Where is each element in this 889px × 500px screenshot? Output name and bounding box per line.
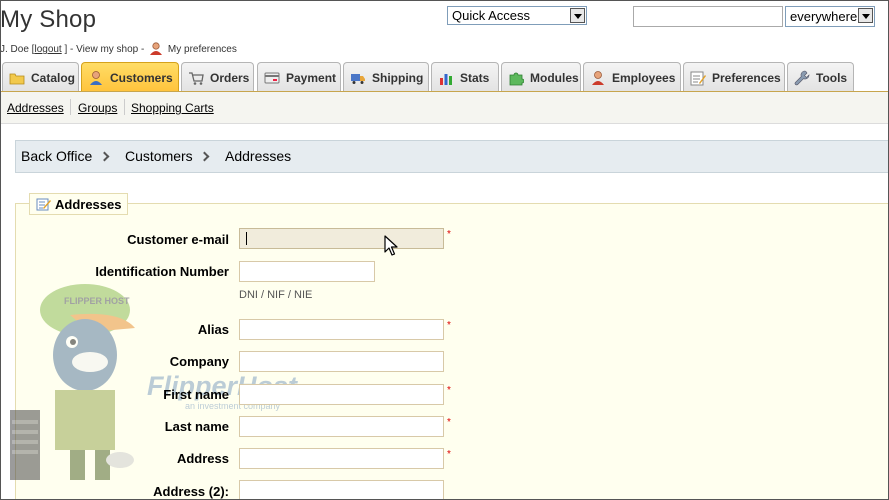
identification-number-hint: DNI / NIF / NIE: [239, 289, 313, 301]
tab-label: Stats: [460, 70, 490, 85]
form-legend: Addresses: [29, 193, 129, 215]
shop-title: My Shop: [0, 6, 97, 33]
tab-label: Shipping: [372, 70, 424, 85]
user-name: J. Doe [: [0, 44, 35, 55]
user-line: J. Doe [logout ] - View my shop - My pre…: [0, 42, 237, 58]
tab-preferences[interactable]: Preferences: [683, 62, 785, 92]
last-name-label: Last name: [164, 419, 229, 434]
company-field[interactable]: [239, 351, 444, 372]
tab-label: Tools: [816, 70, 848, 85]
cap-text: FLIPPER HOST: [64, 296, 130, 306]
view-shop-text: ] - View my shop -: [64, 44, 145, 55]
first-name-label: First name: [163, 387, 229, 402]
address-2-label: Address (2):: [153, 484, 229, 499]
payment-icon: [264, 72, 280, 83]
tab-label: Employees: [612, 70, 676, 85]
alias-field[interactable]: [239, 319, 444, 340]
chevron-down-icon[interactable]: [570, 8, 585, 23]
identification-number-field[interactable]: [239, 261, 375, 282]
tab-stats[interactable]: Stats: [431, 62, 499, 92]
preferences-icon: [690, 71, 706, 85]
quick-access-value: Quick Access: [452, 8, 531, 23]
alias-label: Alias: [197, 322, 229, 337]
breadcrumb-customers[interactable]: Customers: [125, 148, 193, 164]
address-2-field[interactable]: [239, 480, 444, 500]
required-marker: *: [447, 417, 451, 428]
subnav-addresses[interactable]: Addresses: [7, 101, 64, 115]
breadcrumb-addresses: Addresses: [225, 148, 292, 164]
tab-orders[interactable]: Orders: [181, 62, 254, 92]
required-marker: *: [447, 385, 451, 396]
address-field[interactable]: [239, 448, 444, 469]
tab-label: Orders: [210, 70, 250, 85]
tab-customers[interactable]: Customers: [81, 62, 179, 93]
text-caret: [246, 232, 247, 245]
search-input[interactable]: [633, 6, 783, 27]
search-scope-value: everywhere: [790, 9, 858, 24]
customer-email-label: Customer e-mail: [127, 232, 229, 247]
tab-catalog[interactable]: Catalog: [2, 62, 79, 92]
breadcrumb-back-office[interactable]: Back Office: [21, 148, 92, 164]
first-name-field[interactable]: [239, 384, 444, 405]
chevron-right-icon: [99, 151, 110, 162]
identification-number-label: Identification Number: [95, 264, 229, 279]
tab-label: Modules: [530, 70, 579, 85]
subnav-separator: [124, 99, 125, 115]
tab-label: Customers: [110, 71, 173, 85]
required-marker: *: [447, 320, 451, 331]
required-marker: *: [447, 229, 451, 240]
folder-icon: [9, 73, 25, 84]
tab-employees[interactable]: Employees: [583, 62, 681, 92]
chevron-right-icon: [199, 151, 210, 162]
wrench-icon: [794, 70, 810, 85]
subnav-separator: [70, 99, 71, 115]
required-marker: *: [447, 449, 451, 460]
breadcrumb: Back Office Customers Addresses: [15, 140, 889, 173]
edit-icon: [36, 198, 51, 211]
subnav-shopping-carts[interactable]: Shopping Carts: [131, 101, 214, 115]
logout-link[interactable]: logout: [34, 44, 61, 55]
tab-shipping[interactable]: Shipping: [343, 62, 429, 92]
search-scope-select[interactable]: everywhere: [785, 6, 875, 27]
address-label: Address: [176, 451, 229, 466]
employee-icon: [592, 70, 604, 85]
bar-chart-icon: [440, 73, 452, 85]
cart-icon: [189, 71, 204, 85]
my-preferences-link[interactable]: My preferences: [168, 44, 237, 55]
quick-access-select[interactable]: Quick Access: [447, 6, 587, 25]
tab-modules[interactable]: Modules: [501, 62, 581, 92]
customer-email-field[interactable]: [239, 228, 444, 249]
tab-tools[interactable]: Tools: [787, 62, 854, 92]
last-name-field[interactable]: [239, 416, 444, 437]
form-legend-title: Addresses: [55, 197, 122, 212]
tab-payment[interactable]: Payment: [257, 62, 341, 92]
sub-navigation: Addresses Groups Shopping Carts: [0, 92, 889, 124]
truck-icon: [351, 73, 365, 84]
user-icon: [149, 42, 163, 58]
chevron-down-icon[interactable]: [858, 8, 873, 23]
mouse-cursor-icon: [384, 235, 398, 256]
user-icon: [90, 71, 102, 85]
tab-label: Preferences: [712, 70, 781, 85]
tab-label: Catalog: [31, 70, 76, 85]
subnav-groups[interactable]: Groups: [78, 101, 117, 115]
puzzle-icon: [509, 72, 524, 85]
company-label: Company: [169, 354, 229, 369]
tab-label: Payment: [286, 70, 337, 85]
